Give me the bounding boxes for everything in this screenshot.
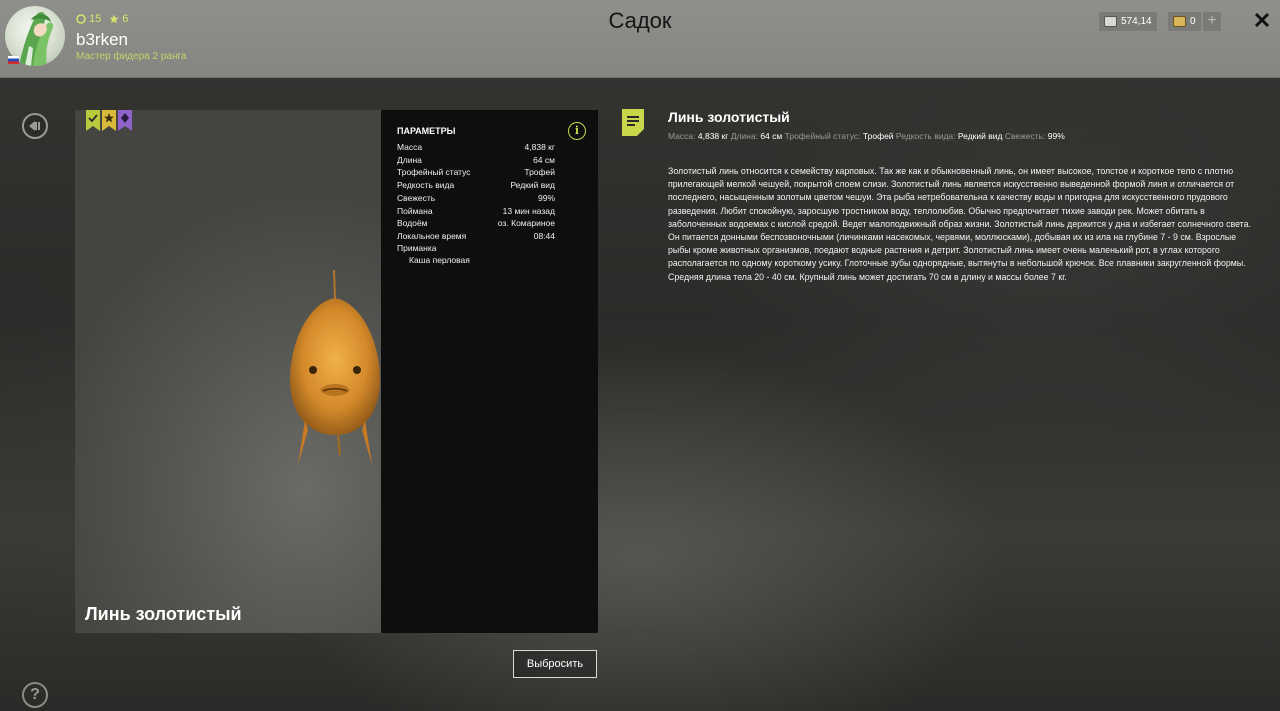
description-title: Линь золотистый bbox=[668, 109, 790, 125]
preview-fish-name: Линь золотистый bbox=[85, 604, 242, 624]
meta-length-value: 64 см bbox=[760, 131, 783, 141]
description-meta: Масса: 4,838 кг Длина: 64 см Трофейный с… bbox=[668, 131, 1065, 141]
param-value: Редкий вид bbox=[510, 180, 555, 190]
parameters-panel: ПАРАМЕТРЫ i Масса 4,838 кг Длина 64 см Т… bbox=[381, 110, 598, 633]
star-badge bbox=[102, 110, 116, 131]
param-row-waterbody: Водоём оз. Комариное bbox=[397, 217, 555, 229]
gold-value: 0 bbox=[1190, 16, 1196, 27]
meta-rarity-label: Редкость вида: bbox=[895, 131, 956, 141]
param-label: Масса bbox=[397, 142, 423, 152]
silver-coin-icon bbox=[1104, 16, 1117, 27]
bait-label: Приманка bbox=[397, 243, 437, 253]
param-label: Трофейный статус bbox=[397, 167, 471, 177]
meta-rarity-value: Редкий вид bbox=[957, 131, 1003, 141]
param-row-freshness: Свежесть 99% bbox=[397, 192, 555, 204]
back-button[interactable] bbox=[22, 113, 48, 139]
param-value: 99% bbox=[537, 193, 555, 203]
param-row-rarity: Редкость вида Редкий вид bbox=[397, 179, 555, 191]
silver-value: 574,14 bbox=[1121, 16, 1152, 27]
document-icon bbox=[622, 109, 644, 136]
meta-mass-value: 4,838 кг bbox=[697, 131, 729, 141]
silver-currency: 574,14 bbox=[1099, 12, 1157, 31]
param-value: Трофей bbox=[524, 167, 555, 177]
fish-model bbox=[290, 270, 380, 465]
fish-badges bbox=[86, 110, 132, 131]
param-label: Редкость вида bbox=[397, 180, 455, 190]
add-currency-button[interactable]: + bbox=[1203, 12, 1221, 31]
param-label: Водоём bbox=[397, 218, 428, 228]
top-bar: 15 6 b3rken Мастер фидера 2 ранга Садок … bbox=[0, 0, 1280, 78]
flag-russia-icon bbox=[8, 56, 19, 64]
plus-icon: + bbox=[1207, 12, 1217, 29]
bait-value: Каша перловая bbox=[409, 255, 470, 265]
close-icon[interactable] bbox=[1252, 10, 1272, 30]
param-row-length: Длина 64 см bbox=[397, 154, 555, 166]
gold-currency: 0 bbox=[1168, 12, 1201, 31]
param-label: Поймана bbox=[397, 206, 433, 216]
description-text: Золотистый линь относится к семейству ка… bbox=[668, 166, 1251, 282]
param-label: Локальное время bbox=[397, 231, 467, 241]
param-value: 08:44 bbox=[533, 231, 555, 241]
param-row-mass: Масса 4,838 кг bbox=[397, 141, 555, 153]
param-row-trophy: Трофейный статус Трофей bbox=[397, 166, 555, 178]
discard-button[interactable]: Выбросить bbox=[513, 650, 597, 678]
meta-length-label: Длина: bbox=[730, 131, 758, 141]
param-value: оз. Комариное bbox=[497, 218, 555, 228]
meta-trophy-value: Трофей bbox=[862, 131, 894, 141]
meta-fresh-value: 99% bbox=[1047, 131, 1065, 141]
param-value: 13 мин назад bbox=[502, 206, 555, 216]
param-label: Свежесть bbox=[397, 193, 436, 203]
param-value: 64 см bbox=[533, 155, 555, 165]
back-arrow-icon bbox=[29, 121, 40, 131]
param-label: Длина bbox=[397, 155, 422, 165]
gold-coin-icon bbox=[1173, 16, 1186, 27]
user-rank: Мастер фидера 2 ранга bbox=[76, 51, 187, 62]
param-row-caught: Поймана 13 мин назад bbox=[397, 205, 555, 217]
meta-mass-label: Масса: bbox=[668, 131, 696, 141]
help-button[interactable]: ? bbox=[22, 682, 48, 708]
meta-trophy-label: Трофейный статус: bbox=[784, 131, 861, 141]
parameters-title: ПАРАМЕТРЫ bbox=[397, 126, 456, 136]
fish-preview[interactable]: Линь золотистый bbox=[75, 110, 381, 633]
info-icon[interactable]: i bbox=[568, 122, 586, 140]
param-value: 4,838 кг bbox=[524, 142, 555, 152]
diamond-badge bbox=[118, 110, 132, 131]
meta-fresh-label: Свежесть: bbox=[1004, 131, 1046, 141]
checkmark-badge bbox=[86, 110, 100, 131]
param-row-local-time: Локальное время 08:44 bbox=[397, 230, 555, 242]
page-title: Садок bbox=[608, 8, 672, 33]
